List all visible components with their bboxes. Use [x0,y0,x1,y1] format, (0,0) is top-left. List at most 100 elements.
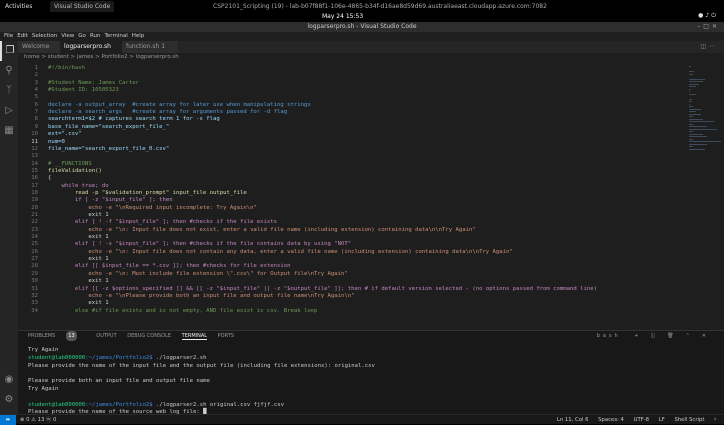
code-line[interactable]: echo -e "\nPlease provide both an input … [48,293,354,299]
maximize-icon[interactable]: □ [703,23,712,30]
menu-go[interactable]: Go [78,33,86,39]
line-number[interactable]: 18 [18,190,38,196]
code-line[interactable]: base_file_name="search_export_file_" [48,124,169,130]
code-line[interactable]: if [ -z "$input_file" ]; then [48,197,173,203]
window-controls[interactable]: –□✕ [697,22,720,32]
line-number[interactable]: 24 [18,234,38,240]
line-number[interactable]: 17 [18,183,38,189]
code-line[interactable]: elif [[ -z $options_specified ]] && [[ -… [48,286,597,292]
code-line[interactable]: while true; do [48,183,109,189]
code-line[interactable]: echo -e "\nRequired input incomplete: Tr… [48,205,257,211]
code-editor[interactable]: 1#!/bin/bash23#Student Name: James Carte… [18,62,686,330]
code-line[interactable]: #Student ID: 10505323 [48,87,119,93]
trash-icon[interactable]: 🗑 [667,333,676,339]
line-number[interactable]: 4 [18,87,38,93]
line-number[interactable]: 5 [18,94,38,100]
code-line[interactable]: { [48,175,51,181]
more-actions-icon[interactable]: ⋯ [709,43,718,50]
code-line[interactable]: #!/bin/bash [48,65,85,71]
line-number[interactable]: 15 [18,168,38,174]
tab-welcome[interactable]: Welcome [18,41,60,53]
line-number[interactable]: 31 [18,286,38,292]
split-editor-icon[interactable]: ◫ [700,43,709,50]
code-line[interactable]: exit 1 [48,300,109,306]
code-line[interactable]: declare -a search_args #create array for… [48,109,287,115]
code-line[interactable]: elif [[ $input_file == *.csv ]]; then #c… [48,263,290,269]
line-number[interactable]: 23 [18,227,38,233]
line-number[interactable]: 20 [18,205,38,211]
line-number[interactable]: 3 [18,80,38,86]
menu-edit[interactable]: Edit [17,33,28,39]
code-line[interactable]: #Student Name: James Carter [48,80,139,86]
minimap[interactable] [686,62,724,330]
tab-output[interactable]: OUTPUT [96,333,116,339]
line-number[interactable]: 28 [18,263,38,269]
line-number[interactable]: 7 [18,109,38,115]
line-number[interactable]: 21 [18,212,38,218]
editor-actions[interactable]: ◫⋯ [700,41,718,53]
cursor-position[interactable]: Ln 11, Col 6 [557,417,589,423]
line-number[interactable]: 29 [18,271,38,277]
gear-icon[interactable]: ⚙ [0,390,18,410]
line-number[interactable]: 27 [18,256,38,262]
line-number[interactable]: 26 [18,249,38,255]
line-number[interactable]: 9 [18,124,38,130]
tab-problems[interactable]: PROBLEMS13 [28,333,86,339]
code-line[interactable]: declare -a output_array #create array fo… [48,102,311,108]
menu-file[interactable]: File [4,33,13,39]
code-line[interactable]: elif [ ! -f "$input_file" ]; then #check… [48,219,277,225]
code-line[interactable]: echo -e "\n: Input file does not exist, … [48,227,476,233]
tab-terminal[interactable]: TERMINAL [182,333,207,340]
line-number[interactable]: 32 [18,293,38,299]
search-icon[interactable]: ⚲ [0,61,18,81]
code-line[interactable]: echo -e "\n: Input file does not contain… [48,249,513,255]
line-number[interactable]: 6 [18,102,38,108]
line-number[interactable]: 2 [18,72,38,78]
line-number[interactable]: 19 [18,197,38,203]
tab-debug-console[interactable]: DEBUG CONSOLE [127,333,171,339]
line-number[interactable]: 12 [18,146,38,152]
code-line[interactable]: elif [ ! -s "$input_file" ]; then #check… [48,241,351,247]
code-line[interactable]: num=0 [48,139,65,145]
account-icon[interactable]: ◉ [0,370,18,390]
code-line[interactable]: else #if file exists and is not empty, A… [48,308,317,314]
code-line[interactable]: fileValidation() [48,168,102,174]
menu-selection[interactable]: Selection [32,33,57,39]
indentation[interactable]: Spaces: 4 [598,417,624,423]
menu-run[interactable]: Run [90,33,101,39]
run-debug-icon[interactable]: ▷ [0,101,18,121]
code-line[interactable]: # __FUNCTIONS [48,161,92,167]
system-tray[interactable]: ●♪⏻ [698,12,718,20]
menu-terminal[interactable]: Terminal [104,33,127,39]
menu-view[interactable]: View [61,33,74,39]
activities-button[interactable]: Activities [5,3,32,10]
tab-ports[interactable]: PORTS [218,333,234,339]
code-line[interactable]: exit 1 [48,278,109,284]
line-number[interactable]: 16 [18,175,38,181]
clock[interactable]: May 24 15:53 [322,13,363,20]
line-number[interactable]: 13 [18,153,38,159]
breadcrumb[interactable]: home > student > james > Portfolio2 > lo… [18,53,724,62]
explorer-icon[interactable]: ❐ [0,41,18,61]
terminal-output[interactable]: Try Againstudent@lab000000:~/james/Portf… [18,341,724,417]
power-icon[interactable]: ⏻ [711,12,718,19]
code-line[interactable]: read -p "$validation_prompt" input_file … [48,190,247,196]
line-number[interactable]: 11 [18,139,38,145]
line-ending[interactable]: LF [659,417,665,423]
chevron-up-icon[interactable]: ⌃ [686,333,693,339]
code-line[interactable]: exit 1 [48,234,109,240]
language-mode[interactable]: Shell Script [674,417,704,423]
encoding[interactable]: UTF-8 [634,417,649,423]
line-number[interactable]: 10 [18,131,38,137]
browser-tab[interactable]: Visual Studio Code [50,1,114,12]
extensions-icon[interactable]: ▦ [0,121,18,141]
line-number[interactable]: 14 [18,161,38,167]
add-terminal-icon[interactable]: + [634,333,641,339]
line-number[interactable]: 22 [18,219,38,225]
source-control-icon[interactable]: ᛉ [0,81,18,101]
close-panel-icon[interactable]: ✕ [702,333,709,339]
code-line[interactable]: ext=".csv" [48,131,82,137]
line-number[interactable]: 34 [18,308,38,314]
close-icon[interactable]: ✕ [712,23,720,30]
split-terminal-icon[interactable]: ◫ [651,333,659,339]
